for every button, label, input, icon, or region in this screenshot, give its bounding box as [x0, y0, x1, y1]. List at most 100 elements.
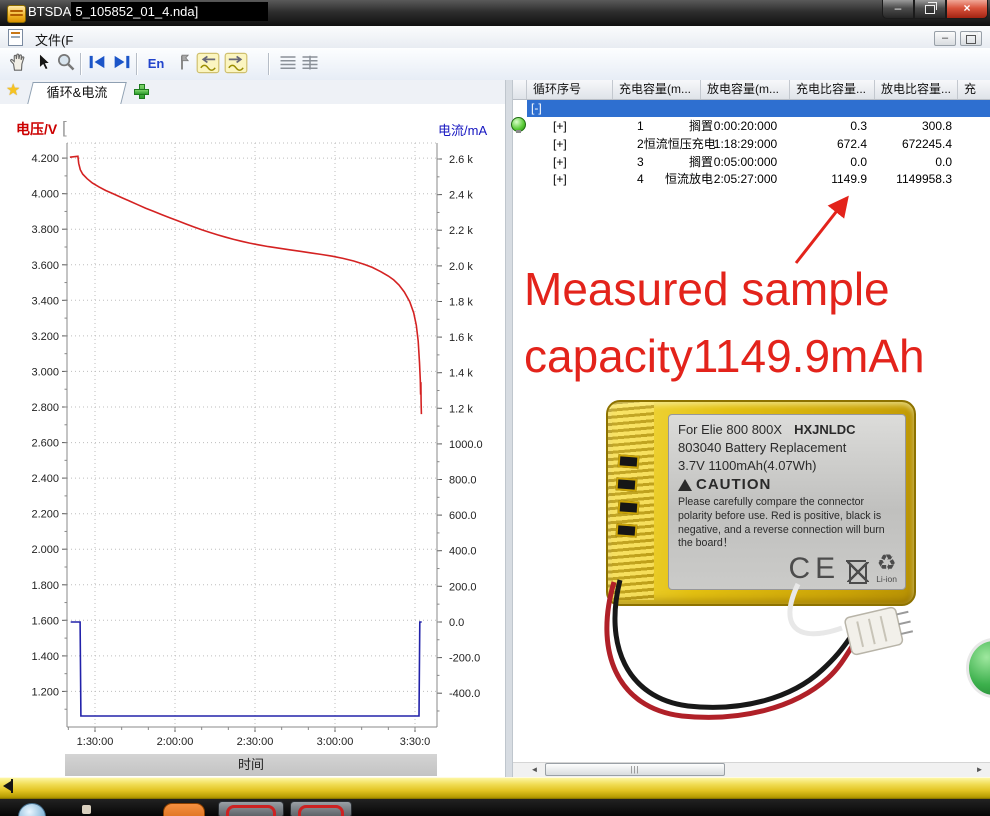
curve-next-icon [224, 52, 248, 74]
next-button[interactable] [110, 52, 134, 76]
battery-fold-tab [615, 477, 638, 492]
battery-fold-tab [617, 500, 640, 515]
cursor-arrow-icon [3, 781, 11, 791]
svg-text:2.0 k: 2.0 k [449, 261, 473, 273]
arrow-left-icon [89, 55, 105, 69]
expand-toggle[interactable]: [+] [527, 136, 613, 153]
start-orb-icon[interactable] [18, 803, 46, 816]
svg-text:2.800: 2.800 [31, 402, 59, 414]
svg-text:3.600: 3.600 [31, 260, 59, 272]
header-discharge-specific[interactable]: 放电比容量... [875, 80, 958, 99]
header-charge-specific[interactable]: 充电比容量... [790, 80, 875, 99]
svg-text:4.200: 4.200 [31, 153, 59, 165]
scrollbar-thumb[interactable]: ||| [545, 763, 725, 776]
table-row[interactable]: [+] 2 恒流恒压充电 1:18:29:000 672.4 672245.4 [527, 136, 958, 153]
header-partial[interactable]: 充 [958, 80, 990, 99]
scroll-left-button[interactable]: ◄ [527, 763, 542, 776]
svg-text:2:30:00: 2:30:00 [237, 736, 274, 748]
title-highlight: 5_105852_01_4.nda] [71, 2, 269, 21]
svg-text:800.0: 800.0 [449, 475, 477, 487]
cursor-icon [39, 53, 51, 70]
scroll-right-button[interactable]: ► [972, 763, 987, 776]
close-button[interactable]: × [946, 0, 988, 19]
svg-text:1.6 k: 1.6 k [449, 332, 473, 344]
restore-button[interactable] [914, 0, 946, 19]
expand-toggle[interactable]: [+] [527, 154, 613, 171]
svg-text:1.2 k: 1.2 k [449, 403, 473, 415]
table-row[interactable]: [+] 1 搁置 0:00:20:000 0.3 300.8 [527, 118, 958, 135]
step-no: 1 [637, 119, 644, 133]
language-toggle-button[interactable]: En [142, 52, 170, 76]
expand-toggle[interactable]: [+] [527, 171, 613, 188]
svg-text:600.0: 600.0 [449, 510, 477, 522]
tab-cycle-current[interactable]: 循环&电流 [27, 82, 127, 104]
svg-text:3:00:00: 3:00:00 [317, 736, 354, 748]
header-cycle-no[interactable]: 循环序号 [527, 80, 613, 99]
favorite-star-icon[interactable]: ★ [6, 82, 20, 100]
list-view-button[interactable] [276, 52, 300, 76]
svg-text:2.600: 2.600 [31, 438, 59, 450]
chart-axis-titles: 电压/V[电流/mA [16, 118, 487, 138]
svg-text:电流/mA: 电流/mA [438, 123, 487, 138]
detail-view-button[interactable] [298, 52, 322, 76]
taskbar [0, 799, 990, 816]
svg-text:2.6 k: 2.6 k [449, 154, 473, 166]
minimize-button[interactable]: – [882, 0, 914, 19]
svg-text:3.800: 3.800 [31, 224, 59, 236]
pan-hand-button[interactable] [6, 52, 30, 76]
prev-button[interactable] [85, 52, 109, 76]
header-gutter [513, 80, 527, 99]
mdi-minimize-button[interactable]: – [934, 31, 956, 46]
header-discharge-capacity[interactable]: 放电容量(m... [701, 80, 790, 99]
taskbar-icon[interactable] [82, 805, 91, 814]
header-charge-capacity[interactable]: 充电容量(m... [613, 80, 701, 99]
battery-spec: 3.7V 1100mAh(4.07Wh) [678, 458, 817, 473]
battery-fold-tab [617, 454, 640, 469]
mdi-restore-button[interactable] [960, 31, 982, 46]
battery-brand: HXJNLDC [794, 422, 856, 437]
capacity-value: 0.0 [850, 155, 867, 169]
caution-label: CAUTION [696, 476, 772, 493]
x-axis-title-bar[interactable]: 时间 [65, 754, 437, 776]
specific-capacity-value: 300.8 [921, 119, 952, 133]
table-row[interactable]: [+] 4 恒流放电 2:05:27:000 1149.9 1149958.3 [527, 171, 958, 188]
prev-curve-button[interactable] [196, 52, 220, 76]
taskbar-icon-orange[interactable] [163, 803, 205, 816]
annotation-line1: Measured sample [524, 263, 890, 315]
svg-text:2.4 k: 2.4 k [449, 190, 473, 202]
hand-icon [10, 53, 25, 71]
annotation-text: Measured sample capacity1149.9mAh [524, 256, 925, 389]
magnifier-icon [58, 54, 75, 71]
capacity-value: 672.4 [836, 137, 867, 151]
svg-text:2.200: 2.200 [31, 509, 59, 521]
table-row[interactable]: [+] 3 搁置 0:05:00:000 0.0 0.0 [527, 154, 958, 171]
expand-toggle[interactable]: [+] [527, 118, 613, 135]
svg-text:3.200: 3.200 [31, 331, 59, 343]
chart-axes [66, 143, 438, 728]
next-curve-button[interactable] [224, 52, 248, 76]
mdi-restore-icon [966, 32, 978, 44]
zoom-button[interactable] [54, 52, 78, 76]
x-axis-title: 时间 [237, 757, 264, 772]
svg-text:3:30:0: 3:30:0 [400, 736, 431, 748]
line-chart: 4.200 4.000 3.800 3.600 3.400 3.200 3.000 2.800… [16, 118, 487, 748]
battery-type: 803040 Battery Replacement [678, 440, 847, 455]
svg-text:-200.0: -200.0 [449, 653, 480, 665]
svg-text:-400.0: -400.0 [449, 688, 480, 700]
taskbar-button[interactable] [290, 801, 352, 816]
svg-text:3.000: 3.000 [31, 366, 59, 378]
application-window: BTSDA 5_105852_01_4.nda] – × 文件(F – En ★… [0, 0, 990, 816]
pin-button[interactable] [170, 52, 194, 76]
capacity-value: 1149.9 [831, 172, 867, 186]
menu-file[interactable]: 文件(F [30, 29, 78, 50]
taskbar-button[interactable] [218, 801, 284, 816]
add-tab-icon[interactable] [134, 84, 149, 99]
step-time: 0:00:20:000 [713, 119, 778, 133]
toolbar-separator [136, 53, 137, 75]
step-time: 0:05:00:000 [713, 155, 778, 169]
selected-row[interactable]: [-] [527, 100, 990, 117]
chart-pane: 4.200 4.000 3.800 3.600 3.400 3.200 3.000 2.800… [0, 104, 505, 777]
select-cursor-button[interactable] [32, 52, 56, 76]
svg-text:3.400: 3.400 [31, 295, 59, 307]
pane-splitter[interactable] [505, 80, 513, 777]
